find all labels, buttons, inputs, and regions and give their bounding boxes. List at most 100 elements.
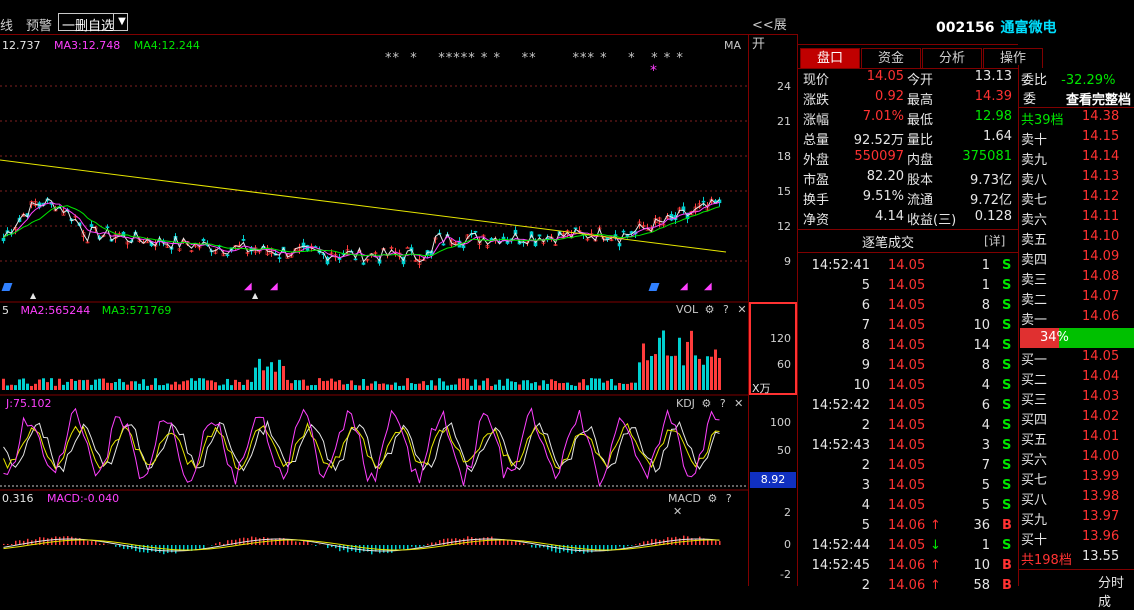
close-icon[interactable]: ✕ [737,303,746,316]
ask-row[interactable]: 卖五14.10 [1021,229,1134,249]
ask-row[interactable]: 卖四14.09 [1021,249,1134,269]
tick-price: 14.05 [888,378,925,393]
tick-side: B [1002,518,1012,533]
stock-name[interactable]: 通富微电 [1000,20,1056,36]
ask-row[interactable]: 卖九14.14 [1021,149,1134,169]
ask-level: 卖七 [1021,189,1047,208]
tick-volume: 4 [982,418,990,433]
ask-row[interactable]: 卖三14.08 [1021,269,1134,289]
volume-bar [538,385,541,390]
ma-tag[interactable]: MA [724,39,741,52]
volume-bar [114,382,117,390]
bid-level: 买八 [1021,489,1047,508]
macd-bar [47,538,49,545]
signal-marker[interactable]: ◢ [680,281,688,292]
line-tab[interactable]: 线 [0,15,13,34]
tab-funds[interactable]: 资金 [861,48,921,68]
macd-bar [655,539,657,545]
volume-bar [266,367,269,390]
divider [1018,107,1134,108]
volume-bar [238,382,241,390]
macd-dif-value: 0.316 [2,492,34,505]
event-markers[interactable]: ** * ***** * * ** *** * * * * * [385,51,684,66]
ask-level: 卖十 [1021,129,1047,148]
view-full-book-link[interactable]: 查看完整档 [1066,89,1131,108]
signal-marker[interactable]: ◢ [244,281,252,292]
quote-label: 市盈 [803,169,829,188]
volume-bar [546,384,549,390]
alert-button[interactable]: 预警 [26,15,52,34]
chart-area[interactable]: 12.737 MA3:12.748 MA4:12.244 MA ** * ***… [0,35,748,586]
bid-row[interactable]: 买九13.97 [1021,509,1134,529]
chevron-down-icon[interactable]: ▼ [113,13,130,31]
macd-bar [15,541,17,545]
gear-icon[interactable]: ⚙ [707,492,717,505]
close-icon[interactable]: ✕ [734,397,743,410]
volume-bar [222,385,225,390]
volume-bar [398,386,401,390]
bid-row[interactable]: 买四14.02 [1021,409,1134,429]
book-total-buy[interactable]: 共198档 13.55 [1021,549,1134,569]
tick-side: S [1002,458,1011,473]
ask-row[interactable]: 卖十14.15 [1021,129,1134,149]
quote-row: 换手9.51%流通9.72亿 [803,189,1016,209]
bid-row[interactable]: 买五14.01 [1021,429,1134,449]
bid-row[interactable]: 买一14.05 [1021,349,1134,369]
volume-bar [574,386,577,390]
bid-row[interactable]: 买三14.03 [1021,389,1134,409]
tick-price: 14.05 [888,478,925,493]
tab-analysis[interactable]: 分析 [922,48,982,68]
volume-bar [294,380,297,390]
bid-row[interactable]: 买六14.00 [1021,449,1134,469]
tick-detail-link[interactable]: [详] [984,232,1005,249]
event-marker-accent[interactable]: * [650,63,657,79]
signal-marker[interactable]: ◢ [270,281,278,292]
volume-bar [258,359,261,390]
candle-body [202,239,205,241]
macd-tag[interactable]: MACD [668,492,701,505]
gear-icon[interactable]: ⚙ [705,303,715,316]
kdj-tag[interactable]: KDJ [676,397,695,410]
ask-row[interactable]: 卖一14.06 [1021,309,1134,329]
help-icon[interactable]: ? [720,397,726,410]
ask-price: 14.08 [1082,269,1119,284]
tab-panel[interactable]: 盘口 [800,48,860,68]
bid-row[interactable]: 买七13.99 [1021,469,1134,489]
volume-bar [490,386,493,390]
tick-time: 9 [862,358,870,373]
macd-bar [155,545,157,552]
ask-level: 卖九 [1021,149,1047,168]
volume-bar [46,382,49,390]
bid-row[interactable]: 买二14.04 [1021,369,1134,389]
tick-volume: 8 [982,358,990,373]
intraday-trades-tab[interactable]: 分时成 [1098,572,1134,610]
price-axis-label: 21 [777,115,791,128]
ask-row[interactable]: 卖二14.07 [1021,289,1134,309]
bid-row[interactable]: 买十13.96 [1021,529,1134,549]
volume-bar [206,380,209,390]
tick-price: 14.05 [888,278,925,293]
book-total-label: 共39档 [1021,109,1064,128]
help-icon[interactable]: ? [726,492,732,505]
gear-icon[interactable]: ⚙ [701,397,711,410]
book-total-sell[interactable]: 共39档 14.38 [1021,109,1134,129]
vol-tag[interactable]: VOL [676,303,698,316]
help-icon[interactable]: ? [723,303,729,316]
ask-row[interactable]: 卖七14.12 [1021,189,1134,209]
signal-marker[interactable]: ◢ [704,281,712,292]
candle-body [90,224,93,226]
ask-row[interactable]: 卖八14.13 [1021,169,1134,189]
volume-bar [666,355,669,390]
candle-body [106,227,109,228]
volume-bar [370,384,373,390]
close-icon[interactable]: ✕ [673,505,682,518]
volume-bar [658,338,661,390]
macd-bar [643,541,645,545]
tick-side: S [1002,438,1011,453]
volume-bar [10,385,13,390]
ask-price: 14.06 [1082,309,1119,324]
tick-price: 14.05 [888,458,925,473]
ask-row[interactable]: 卖六14.11 [1021,209,1134,229]
volume-bar [542,380,545,390]
bid-row[interactable]: 买八13.98 [1021,489,1134,509]
